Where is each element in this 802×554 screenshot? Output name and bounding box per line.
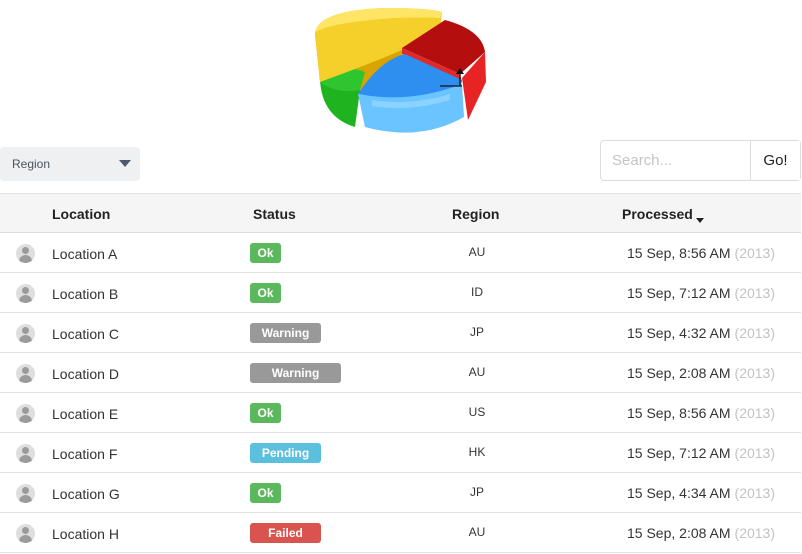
- sort-caret-down-icon: [695, 218, 704, 223]
- processed-time: 15 Sep, 8:56 AM (2013): [627, 245, 775, 261]
- processed-year: (2013): [734, 285, 775, 301]
- processed-year: (2013): [734, 405, 775, 421]
- processed-datetime: 15 Sep, 4:34 AM: [627, 485, 731, 501]
- status-badge: Ok: [250, 483, 281, 503]
- processed-time: 15 Sep, 2:08 AM (2013): [627, 525, 775, 541]
- region-code: JP: [469, 485, 484, 499]
- user-avatar-icon: [16, 364, 35, 383]
- processed-header-label: Processed: [622, 206, 693, 222]
- processed-year: (2013): [734, 245, 775, 261]
- user-avatar-icon: [16, 444, 35, 463]
- table-row[interactable]: Location B Ok ID 15 Sep, 7:12 AM (2013): [0, 273, 801, 313]
- processed-time: 15 Sep, 2:08 AM (2013): [627, 365, 775, 381]
- table-row[interactable]: Location C Warning JP 15 Sep, 4:32 AM (20…: [0, 313, 801, 353]
- processed-datetime: 15 Sep, 2:08 AM: [627, 365, 731, 381]
- processed-year: (2013): [734, 485, 775, 501]
- location-name: Location A: [52, 246, 118, 262]
- status-badge: Warning: [250, 323, 321, 343]
- user-avatar-icon: [16, 244, 35, 263]
- region-code: AU: [468, 245, 486, 259]
- processed-year: (2013): [734, 445, 775, 461]
- location-name: Location E: [52, 406, 119, 422]
- location-name: Location H: [52, 526, 119, 542]
- caret-down-icon: [119, 160, 131, 167]
- processed-year: (2013): [734, 325, 775, 341]
- processed-time: 15 Sep, 8:56 AM (2013): [627, 405, 775, 421]
- table-row[interactable]: Location G Ok JP 15 Sep, 4:34 AM (2013): [0, 473, 801, 513]
- location-name: Location G: [52, 486, 120, 502]
- user-avatar-icon: [16, 524, 35, 543]
- processed-time: 15 Sep, 7:12 AM (2013): [627, 445, 775, 461]
- search-group: Go!: [600, 140, 801, 181]
- status-badge: Warning: [250, 363, 341, 383]
- table-row[interactable]: Location F Pending HK 15 Sep, 7:12 AM (20…: [0, 433, 801, 473]
- processed-datetime: 15 Sep, 2:08 AM: [627, 525, 731, 541]
- status-badge: Ok: [250, 403, 281, 423]
- status-badge: Failed: [250, 523, 321, 543]
- location-name: Location B: [52, 286, 119, 302]
- processed-year: (2013): [734, 525, 775, 541]
- processed-datetime: 15 Sep, 7:12 AM: [627, 285, 731, 301]
- region-code: US: [468, 405, 486, 419]
- processed-datetime: 15 Sep, 4:32 AM: [627, 325, 731, 341]
- status-badge: Ok: [250, 283, 281, 303]
- user-avatar-icon: [16, 284, 35, 303]
- processed-datetime: 15 Sep, 8:56 AM: [627, 405, 731, 421]
- table-row[interactable]: Location D Warning AU 15 Sep, 2:08 AM (20…: [0, 353, 801, 393]
- user-avatar-icon: [16, 404, 35, 423]
- table-row[interactable]: Location A Ok AU 15 Sep, 8:56 AM (2013): [0, 233, 801, 273]
- column-header-location[interactable]: Location: [52, 206, 110, 222]
- location-name: Location D: [52, 366, 119, 382]
- user-avatar-icon: [16, 484, 35, 503]
- processed-year: (2013): [734, 365, 775, 381]
- processed-time: 15 Sep, 7:12 AM (2013): [627, 285, 775, 301]
- location-name: Location C: [52, 326, 119, 342]
- processed-datetime: 15 Sep, 7:12 AM: [627, 445, 731, 461]
- region-code: AU: [468, 365, 486, 379]
- processed-datetime: 15 Sep, 8:56 AM: [627, 245, 731, 261]
- user-avatar-icon: [16, 324, 35, 343]
- region-filter-label: Region: [12, 157, 51, 171]
- column-header-status[interactable]: Status: [253, 206, 296, 222]
- column-header-region[interactable]: Region: [452, 206, 499, 222]
- location-name: Location F: [52, 446, 118, 462]
- table-row[interactable]: Location H Failed AU 15 Sep, 2:08 AM (201…: [0, 513, 801, 553]
- processed-time: 15 Sep, 4:32 AM (2013): [627, 325, 775, 341]
- region-code: HK: [468, 445, 486, 459]
- go-button[interactable]: Go!: [750, 141, 800, 180]
- table-row[interactable]: Location E Ok US 15 Sep, 8:56 AM (2013): [0, 393, 801, 433]
- table-header: Location Status Region Processed: [0, 193, 801, 233]
- processed-time: 15 Sep, 4:34 AM (2013): [627, 485, 775, 501]
- region-filter-dropdown[interactable]: Region: [0, 147, 140, 181]
- region-code: ID: [471, 285, 483, 299]
- column-header-processed[interactable]: Processed: [622, 206, 704, 223]
- region-code: AU: [468, 525, 486, 539]
- status-badge: Ok: [250, 243, 281, 263]
- pie-chart-logo-icon: [315, 8, 486, 133]
- table-body: Location A Ok AU 15 Sep, 8:56 AM (2013) L…: [0, 233, 801, 553]
- search-input[interactable]: [601, 141, 750, 180]
- region-code: JP: [469, 325, 484, 339]
- status-badge: Pending: [250, 443, 321, 463]
